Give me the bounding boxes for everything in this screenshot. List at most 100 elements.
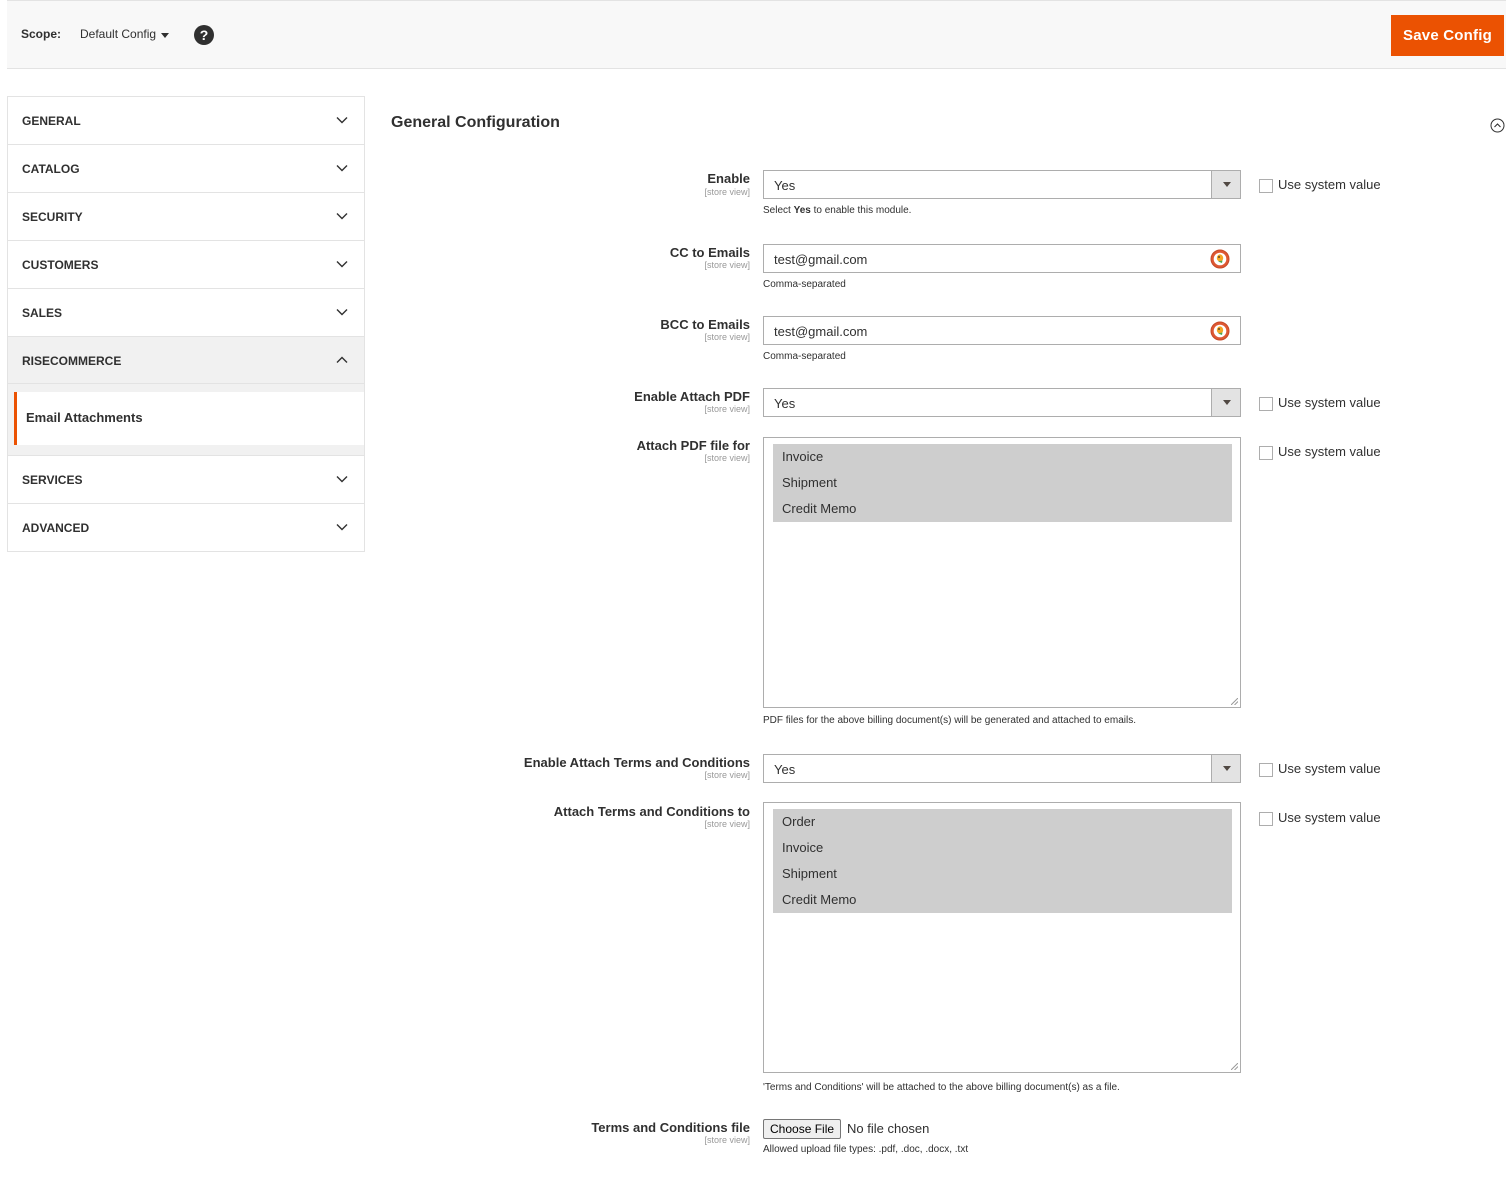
- question-circle-icon[interactable]: ?: [194, 25, 214, 45]
- enable-attach-tc-select[interactable]: Yes: [763, 754, 1241, 783]
- bcc-emails-note: Comma-separated: [763, 351, 846, 362]
- sidebar-item-label: CATALOG: [22, 162, 80, 176]
- option-shipment[interactable]: Shipment: [773, 861, 1232, 887]
- enable-label: Enable: [707, 171, 750, 186]
- bcc-emails-input[interactable]: test@gmail.com: [763, 316, 1241, 345]
- resize-handle-icon[interactable]: [1231, 1063, 1238, 1070]
- caret-down-icon[interactable]: [161, 33, 169, 38]
- chevron-down-icon: [336, 476, 348, 483]
- option-invoice[interactable]: Invoice: [773, 835, 1232, 861]
- choose-file-button[interactable]: Choose File: [763, 1119, 842, 1139]
- option-shipment[interactable]: Shipment: [773, 470, 1232, 496]
- scope-tag: [store view]: [704, 332, 750, 342]
- selected-options: Order Invoice Shipment Credit Memo: [773, 809, 1232, 913]
- chevron-up-icon: [336, 356, 348, 363]
- sidebar-item-general[interactable]: GENERAL: [8, 97, 364, 145]
- attach-pdf-for-multiselect[interactable]: Invoice Shipment Credit Memo: [763, 437, 1241, 708]
- option-invoice[interactable]: Invoice: [773, 444, 1232, 470]
- cc-emails-label: CC to Emails: [669, 245, 750, 260]
- attach-tc-to-multiselect[interactable]: Order Invoice Shipment Credit Memo: [763, 802, 1241, 1073]
- scope-tag: [store view]: [704, 770, 750, 780]
- checkbox-label: Use system value: [1278, 810, 1381, 825]
- scope-tag: [store view]: [704, 453, 750, 463]
- select-value: Yes: [774, 396, 796, 411]
- sidebar-item-security[interactable]: SECURITY: [8, 193, 364, 241]
- select-value: Yes: [774, 178, 796, 193]
- file-status: No file chosen: [847, 1121, 930, 1136]
- option-credit-memo[interactable]: Credit Memo: [773, 887, 1232, 913]
- caret-down-icon: [1223, 182, 1231, 187]
- checkbox-label: Use system value: [1278, 395, 1381, 410]
- attach-pdf-for-note: PDF files for the above billing document…: [763, 715, 1136, 726]
- sidebar-item-label: SALES: [22, 306, 63, 320]
- caret-down-icon: [1223, 766, 1231, 771]
- enable-attach-tc-label: Enable Attach Terms and Conditions: [523, 755, 750, 770]
- duckduckgo-autofill-icon[interactable]: [1210, 249, 1230, 269]
- enable-note: Select Yes to enable this module.: [763, 205, 911, 216]
- select-arrow: [1211, 755, 1240, 782]
- save-config-button[interactable]: Save Config: [1391, 15, 1504, 56]
- chevron-down-icon: [336, 117, 348, 124]
- attach-tc-to-label: Attach Terms and Conditions to: [553, 804, 750, 819]
- checkbox[interactable]: [1259, 763, 1273, 777]
- sidebar-item-advanced[interactable]: ADVANCED: [8, 504, 364, 552]
- attach-pdf-for-label: Attach PDF file for: [636, 438, 750, 453]
- sidebar-item-customers[interactable]: CUSTOMERS: [8, 241, 364, 289]
- sidebar-item-catalog[interactable]: CATALOG: [8, 145, 364, 193]
- cc-emails-note: Comma-separated: [763, 279, 846, 290]
- collapse-section-icon[interactable]: [1490, 118, 1505, 133]
- tc-file-label: Terms and Conditions file: [591, 1120, 750, 1135]
- select-arrow: [1211, 389, 1240, 416]
- sidebar-item-services[interactable]: SERVICES: [8, 456, 364, 504]
- sidebar-subitem-label: Email Attachments: [26, 410, 143, 425]
- sidebar-item-label: GENERAL: [22, 114, 81, 128]
- scope-switcher[interactable]: Default Config: [80, 27, 156, 41]
- scope-bar: Scope: Default Config ? Save Config: [7, 0, 1506, 69]
- chevron-down-icon: [336, 213, 348, 220]
- cc-emails-input[interactable]: test@gmail.com: [763, 244, 1241, 273]
- checkbox[interactable]: [1259, 812, 1273, 826]
- scope-tag: [store view]: [704, 819, 750, 829]
- sidebar-item-sales[interactable]: SALES: [8, 289, 364, 337]
- input-value: test@gmail.com: [774, 252, 868, 267]
- chevron-down-icon: [336, 261, 348, 268]
- chevron-down-icon: [336, 309, 348, 316]
- section-title[interactable]: General Configuration: [391, 114, 560, 132]
- checkbox[interactable]: [1259, 397, 1273, 411]
- sidebar-item-label: RISECOMMERCE: [22, 354, 122, 368]
- note-bold: Yes: [793, 205, 811, 216]
- checkbox-label: Use system value: [1278, 761, 1381, 776]
- scope-tag: [store view]: [704, 1135, 750, 1145]
- checkbox[interactable]: [1259, 446, 1273, 460]
- enable-select[interactable]: Yes: [763, 170, 1241, 199]
- resize-handle-icon[interactable]: [1231, 698, 1238, 705]
- option-order[interactable]: Order: [773, 809, 1232, 835]
- sidebar-subitem-email-attachments[interactable]: Email Attachments: [14, 392, 364, 445]
- selected-options: Invoice Shipment Credit Memo: [773, 444, 1232, 522]
- scope-label: Scope:: [21, 27, 62, 41]
- sidebar-item-label: SECURITY: [22, 210, 83, 224]
- sidebar-item-risecommerce[interactable]: RISECOMMERCE: [8, 337, 364, 384]
- chevron-down-icon: [336, 524, 348, 531]
- attach-tc-to-note: 'Terms and Conditions' will be attached …: [763, 1082, 1120, 1093]
- select-value: Yes: [774, 762, 796, 777]
- option-credit-memo[interactable]: Credit Memo: [773, 496, 1232, 522]
- checkbox-label: Use system value: [1278, 444, 1381, 459]
- input-value: test@gmail.com: [774, 324, 868, 339]
- bcc-emails-label: BCC to Emails: [660, 317, 750, 332]
- note-text: to enable this module.: [810, 205, 912, 216]
- scope-tag: [store view]: [704, 260, 750, 270]
- sidebar-item-label: SERVICES: [22, 473, 83, 487]
- enable-attach-pdf-label: Enable Attach PDF: [634, 389, 750, 404]
- select-arrow: [1211, 171, 1240, 198]
- chevron-down-icon: [336, 165, 348, 172]
- enable-attach-pdf-select[interactable]: Yes: [763, 388, 1241, 417]
- scope-tag: [store view]: [704, 404, 750, 414]
- checkbox[interactable]: [1259, 179, 1273, 193]
- caret-down-icon: [1223, 400, 1231, 405]
- note-text: Select: [763, 205, 794, 216]
- duckduckgo-autofill-icon[interactable]: [1210, 321, 1230, 341]
- config-sidebar: GENERAL CATALOG SECURITY CUSTOMERS SALES…: [7, 96, 365, 552]
- scope-tag: [store view]: [704, 187, 750, 197]
- sidebar-item-label: ADVANCED: [22, 521, 90, 535]
